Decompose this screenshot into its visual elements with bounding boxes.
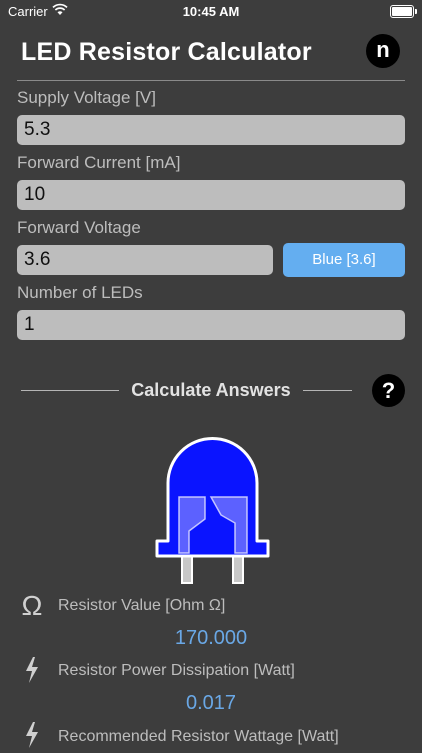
power-dissipation-output: 0.017 (185, 692, 237, 714)
number-of-leds-label: Number of LEDs (17, 283, 143, 302)
forward-current-label: Forward Current [mA] (17, 153, 181, 172)
battery-icon (390, 5, 417, 18)
page-title: LED Resistor Calculator (21, 38, 312, 66)
number-of-leds-input[interactable]: 1 (17, 310, 405, 340)
calculate-answers-button[interactable]: Calculate Answers (0, 380, 422, 401)
resistor-value-output: 170.000 (174, 627, 248, 649)
recommended-wattage-label: Recommended Resistor Wattage [Watt] (58, 728, 339, 745)
resistor-value-label: Resistor Value [Ohm Ω] (58, 597, 226, 614)
info-button[interactable]: n (366, 34, 400, 68)
forward-voltage-label: Forward Voltage (17, 218, 141, 237)
clock: 10:45 AM (182, 4, 240, 19)
status-bar: Carrier 10:45 AM (0, 0, 422, 22)
supply-voltage-input[interactable]: 5.3 (17, 115, 405, 145)
header-divider (17, 80, 405, 81)
lightning-icon (18, 722, 46, 753)
power-dissipation-label: Resistor Power Dissipation [Watt] (58, 662, 295, 679)
supply-voltage-label: Supply Voltage [V] (17, 88, 156, 107)
forward-voltage-input[interactable]: 3.6 (17, 245, 273, 275)
forward-current-input[interactable]: 10 (17, 180, 405, 210)
lightning-icon (18, 657, 46, 688)
help-button[interactable]: ? (372, 374, 405, 407)
omega-icon: Ω (21, 590, 43, 621)
led-type-button[interactable]: Blue [3.6] (283, 243, 405, 277)
led-illustration (155, 423, 270, 590)
